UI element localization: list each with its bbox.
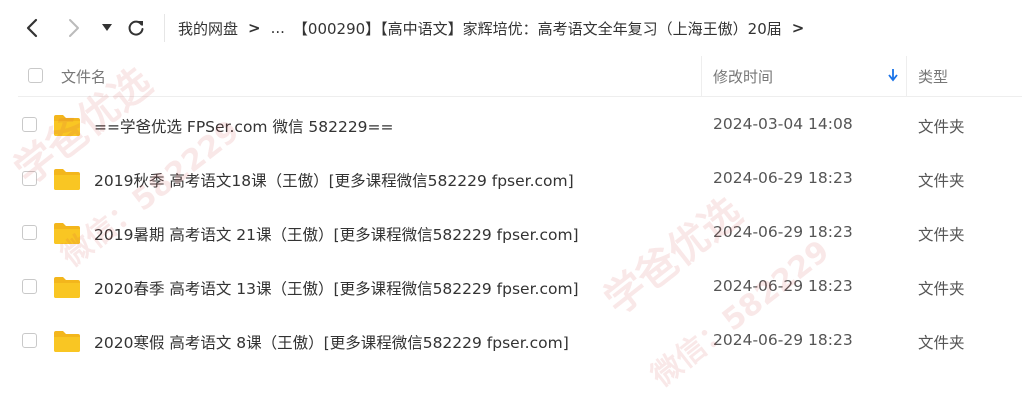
folder-icon	[54, 277, 80, 298]
file-name[interactable]: 2019暑期 高考语文 21课（王傲）[更多课程微信582229 fpser.c…	[94, 223, 579, 245]
table-row[interactable]: 2019秋季 高考语文18课（王傲）[更多课程微信582229 fpser.co…	[18, 153, 1022, 207]
row-checkbox[interactable]	[22, 333, 37, 348]
row-checkbox[interactable]	[22, 171, 37, 186]
file-name[interactable]: 2020春季 高考语文 13课（王傲）[更多课程微信582229 fpser.c…	[94, 277, 579, 299]
row-checkbox[interactable]	[22, 225, 37, 240]
table-row[interactable]: 2020寒假 高考语文 8课（王傲）[更多课程微信582229 fpser.co…	[18, 315, 1022, 369]
file-modified: 2024-03-04 14:08	[713, 115, 853, 133]
file-modified: 2024-06-29 18:23	[713, 223, 853, 241]
toolbar-divider	[164, 14, 165, 42]
select-all-checkbox[interactable]	[28, 68, 43, 83]
file-modified: 2024-06-29 18:23	[713, 169, 853, 187]
file-name[interactable]: ==学爸优选 FPSer.com 微信 582229==	[94, 115, 394, 137]
triangle-down-icon	[102, 24, 112, 31]
refresh-button[interactable]	[124, 16, 148, 40]
breadcrumb: 我的网盘 > ... 【000290】【高中语文】家辉培优：高考语文全年复习（上…	[178, 17, 814, 39]
breadcrumb-item-current[interactable]: 【000290】【高中语文】家辉培优：高考语文全年复习（上海王傲）20届	[293, 18, 782, 39]
file-type: 文件夹	[918, 226, 965, 244]
folder-icon	[54, 169, 80, 190]
breadcrumb-item-root[interactable]: 我的网盘	[178, 18, 238, 39]
folder-icon	[54, 223, 80, 244]
file-type: 文件夹	[918, 118, 965, 136]
file-list-header: 文件名 修改时间 类型	[18, 56, 1022, 97]
chevron-left-icon	[26, 18, 38, 38]
refresh-icon	[128, 20, 144, 36]
table-row[interactable]: 2019暑期 高考语文 21课（王傲）[更多课程微信582229 fpser.c…	[18, 207, 1022, 261]
file-name[interactable]: 2019秋季 高考语文18课（王傲）[更多课程微信582229 fpser.co…	[94, 169, 574, 191]
column-header-type[interactable]: 类型	[918, 66, 948, 87]
file-name[interactable]: 2020寒假 高考语文 8课（王傲）[更多课程微信582229 fpser.co…	[94, 331, 569, 353]
file-modified: 2024-06-29 18:23	[713, 277, 853, 295]
row-checkbox[interactable]	[22, 117, 37, 132]
column-divider[interactable]	[906, 56, 907, 96]
column-header-modified[interactable]: 修改时间	[713, 66, 773, 87]
table-row[interactable]: 2020春季 高考语文 13课（王傲）[更多课程微信582229 fpser.c…	[18, 261, 1022, 315]
breadcrumb-separator: >	[248, 19, 261, 37]
table-row[interactable]: ==学爸优选 FPSer.com 微信 582229== 2024-03-04 …	[18, 99, 1022, 153]
column-header-name[interactable]: 文件名	[61, 66, 106, 87]
column-divider[interactable]	[701, 56, 702, 96]
folder-icon	[54, 115, 80, 136]
file-type: 文件夹	[918, 334, 965, 352]
breadcrumb-separator: >	[791, 19, 805, 37]
file-type: 文件夹	[918, 280, 965, 298]
forward-button[interactable]	[62, 16, 86, 40]
chevron-right-icon	[69, 19, 79, 37]
folder-icon	[54, 331, 80, 352]
toolbar: 我的网盘 > ... 【000290】【高中语文】家辉培优：高考语文全年复习（上…	[0, 0, 1024, 56]
breadcrumb-item-ellipsis[interactable]: ...	[271, 19, 285, 37]
arrow-down-icon[interactable]	[888, 68, 898, 82]
back-button[interactable]	[20, 16, 44, 40]
file-modified: 2024-06-29 18:23	[713, 331, 853, 349]
file-type: 文件夹	[918, 172, 965, 190]
history-dropdown-button[interactable]	[95, 16, 119, 40]
row-checkbox[interactable]	[22, 279, 37, 294]
